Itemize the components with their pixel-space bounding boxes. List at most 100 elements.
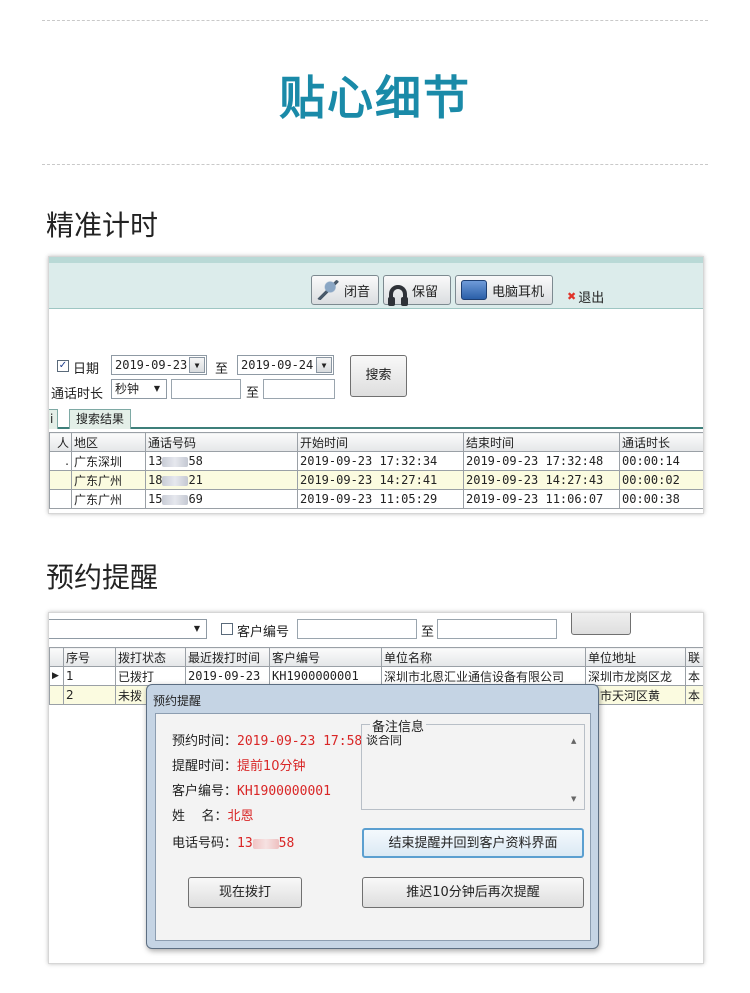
column-header[interactable]: 最近拨打时间 xyxy=(185,647,270,667)
table-row[interactable]: 广东广州 15 69 2019-09-23 11:05:29 2019-09-23… xyxy=(49,489,703,509)
chevron-down-icon[interactable]: ▼ xyxy=(189,621,205,637)
phone-prefix: 18 xyxy=(148,473,163,487)
duration-min-input[interactable] xyxy=(171,379,241,399)
tab-search-results[interactable]: 搜索结果 xyxy=(69,409,132,429)
call-log-screenshot: 闭音 保留 电脑耳机 ✖ 退出 ✓ 日期 2019-09-23 ▼ 至 2019… xyxy=(48,256,704,514)
column-header[interactable]: 序号 xyxy=(63,647,116,667)
phone-field: 电话号码：13 58 xyxy=(172,832,294,851)
mute-label: 闭音 xyxy=(344,284,371,300)
appointment-time-field: 预约时间：2019-09-23 17:58 xyxy=(172,730,362,749)
table-cell: 1 xyxy=(63,666,116,686)
table-cell: 广东广州 xyxy=(71,470,146,490)
phone-suffix: 21 xyxy=(188,473,203,487)
scroll-down-icon[interactable]: ▼ xyxy=(571,795,576,803)
phone-cell: 15 69 xyxy=(145,489,298,509)
column-header[interactable]: 拨打状态 xyxy=(115,647,186,667)
phone-cell: 13 58 xyxy=(145,451,298,471)
customer-no-to-separator: 至 xyxy=(421,625,435,640)
phone-cell: 18 21 xyxy=(145,470,298,490)
notes-scrollbar[interactable]: ▲ ▼ xyxy=(568,729,582,805)
customer-no-to-input[interactable] xyxy=(437,619,557,639)
filter-select[interactable]: ▼ xyxy=(49,619,207,639)
row-pointer-icon: ▶ xyxy=(49,666,64,686)
table-cell: 广东深圳 xyxy=(71,451,146,471)
table-cell: 广东广州 xyxy=(71,489,146,509)
column-header[interactable]: 单位名称 xyxy=(381,647,586,667)
end-reminder-button[interactable]: 结束提醒并回到客户资料界面 xyxy=(362,828,584,858)
snooze-button[interactable]: 推迟10分钟后再次提醒 xyxy=(362,877,584,908)
column-header[interactable]: 人 xyxy=(49,432,72,452)
duration-unit-value: 秒钟 xyxy=(115,382,140,396)
scroll-up-icon[interactable]: ▲ xyxy=(571,737,576,745)
table-cell: 已拨打 xyxy=(115,666,186,686)
dial-now-button[interactable]: 现在拨打 xyxy=(188,877,302,908)
column-header[interactable]: 地区 xyxy=(71,432,146,452)
call-toolbar: 闭音 保留 电脑耳机 ✖ 退出 xyxy=(49,257,703,309)
headphones-icon xyxy=(388,285,408,306)
date-to-value: 2019-09-24 xyxy=(241,358,314,372)
microphone-icon xyxy=(317,280,339,300)
name-field: 姓 名：北恩 xyxy=(172,805,254,824)
filter-search-button[interactable] xyxy=(571,613,631,635)
table-cell: KH1900000001 xyxy=(269,666,382,686)
table-cell xyxy=(49,470,72,490)
table-cell: 2019-09-23 17:32:34 xyxy=(297,451,464,471)
phone-prefix: 15 xyxy=(148,492,163,506)
duration-unit-select[interactable]: 秒钟 ▼ xyxy=(111,379,167,399)
customer-no-field-label: 客户编号： xyxy=(172,784,238,799)
date-from-picker[interactable]: 2019-09-23 ▼ xyxy=(111,355,207,375)
phone-suffix: 58 xyxy=(188,454,203,468)
call-results-table: 人 地区 通话号码 开始时间 结束时间 通话时长 . 广东深圳 13 58 201… xyxy=(49,432,703,509)
phone-prefix: 13 xyxy=(237,836,253,851)
table-row[interactable]: 广东广州 18 21 2019-09-23 14:27:41 2019-09-23… xyxy=(49,470,703,490)
exit-label: 退出 xyxy=(578,291,605,306)
column-header[interactable]: 联 xyxy=(685,647,703,667)
duration-max-input[interactable] xyxy=(263,379,335,399)
hold-label: 保留 xyxy=(412,284,439,300)
table-row[interactable]: ▶ 1 已拨打 2019-09-23 KH1900000001 深圳市北恩汇业通… xyxy=(49,666,703,686)
table-row[interactable]: . 广东深圳 13 58 2019-09-23 17:32:34 2019-09-… xyxy=(49,451,703,471)
reminder-time-field: 提醒时间：提前10分钟 xyxy=(172,755,306,774)
column-header[interactable]: 单位地址 xyxy=(585,647,686,667)
row-pointer-cell xyxy=(49,685,64,705)
table-cell: 00:00:14 xyxy=(619,451,703,471)
table-cell: 深圳市龙岗区龙 xyxy=(585,666,686,686)
mute-button[interactable]: 闭音 xyxy=(311,275,379,305)
exit-link[interactable]: ✖ 退出 xyxy=(567,287,604,306)
chevron-down-icon[interactable]: ▼ xyxy=(316,357,332,373)
search-button[interactable]: 搜索 xyxy=(350,355,407,397)
table-cell: 2019-09-23 11:06:07 xyxy=(463,489,620,509)
section-heading-timing: 精准计时 xyxy=(46,209,159,242)
date-checkbox[interactable]: ✓ xyxy=(57,360,69,372)
pc-headset-button[interactable]: 电脑耳机 xyxy=(455,275,553,305)
table-cell xyxy=(49,489,72,509)
customer-no-value: KH1900000001 xyxy=(237,784,331,799)
date-label: 日期 xyxy=(73,362,100,377)
customer-no-checkbox[interactable] xyxy=(221,623,233,635)
table-cell: 2 xyxy=(63,685,116,705)
duration-to-separator: 至 xyxy=(246,386,260,401)
column-header[interactable]: 通话号码 xyxy=(145,432,298,452)
hero-title: 贴心细节 xyxy=(279,71,471,125)
mid-divider xyxy=(42,164,708,165)
computer-icon xyxy=(461,280,487,300)
tab-previous[interactable]: i xyxy=(49,409,59,429)
customer-no-field: 客户编号：KH1900000001 xyxy=(172,780,331,799)
column-header[interactable]: 结束时间 xyxy=(463,432,620,452)
chevron-down-icon[interactable]: ▼ xyxy=(149,381,165,397)
hold-button[interactable]: 保留 xyxy=(383,275,451,306)
table-cell: 00:00:02 xyxy=(619,470,703,490)
column-header[interactable]: 通话时长 xyxy=(619,432,703,452)
table-header-row: 序号 拨打状态 最近拨打时间 客户编号 单位名称 单位地址 联 xyxy=(49,647,703,667)
section-heading-reminder: 预约提醒 xyxy=(46,561,159,594)
date-to-picker[interactable]: 2019-09-24 ▼ xyxy=(237,355,334,375)
table-cell: 2019-09-23 11:05:29 xyxy=(297,489,464,509)
column-header[interactable]: 开始时间 xyxy=(297,432,464,452)
redaction-blur xyxy=(162,494,189,505)
table-cell: 00:00:38 xyxy=(619,489,703,509)
redaction-blur xyxy=(162,456,189,467)
table-header-row: 人 地区 通话号码 开始时间 结束时间 通话时长 xyxy=(49,432,703,452)
chevron-down-icon[interactable]: ▼ xyxy=(189,357,205,373)
customer-no-from-input[interactable] xyxy=(297,619,417,639)
column-header[interactable]: 客户编号 xyxy=(269,647,382,667)
